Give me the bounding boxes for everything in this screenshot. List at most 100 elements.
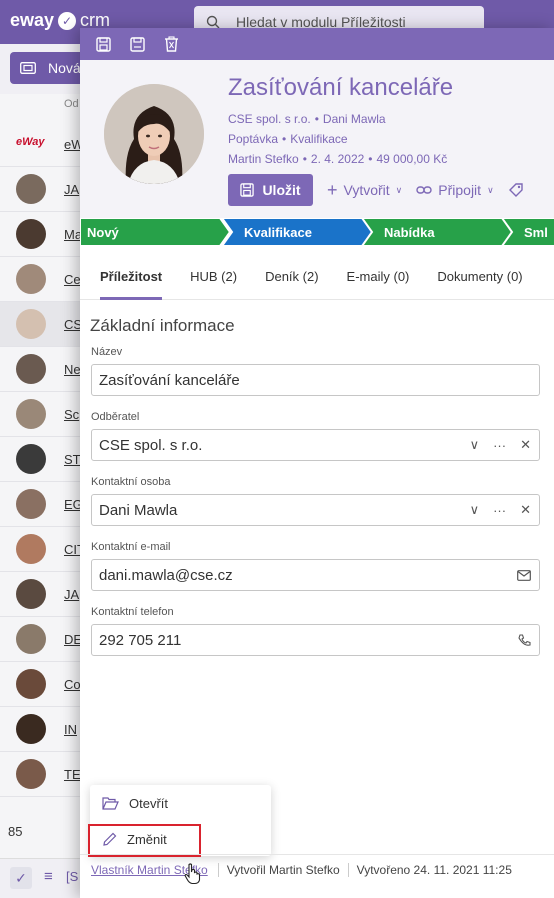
- company-logo: eWay: [16, 136, 45, 148]
- name-field[interactable]: Zasíťování kanceláře: [91, 364, 540, 396]
- customer-field-value: CSE spol. s r.o.: [99, 436, 203, 454]
- customer-field[interactable]: CSE spol. s r.o. ∨ ··· ✕: [91, 429, 540, 461]
- list-row-label[interactable]: JA: [64, 182, 79, 197]
- phone-field[interactable]: 292 705 211: [91, 624, 540, 656]
- avatar: [16, 669, 46, 699]
- list-row[interactable]: JA: [0, 167, 80, 212]
- list-row[interactable]: Sc: [0, 392, 80, 437]
- list-row[interactable]: Ma: [0, 212, 82, 257]
- list-row[interactable]: IN: [0, 707, 80, 752]
- more-icon[interactable]: ···: [493, 503, 506, 518]
- more-icon[interactable]: ···: [493, 438, 506, 453]
- delete-icon[interactable]: [162, 35, 180, 53]
- logo-check-icon: ✓: [58, 11, 77, 30]
- save-icon[interactable]: [94, 35, 112, 53]
- chevron-down-icon[interactable]: ∨: [470, 502, 480, 518]
- record-title: Zasíťování kanceláře: [228, 74, 454, 101]
- list-row[interactable]: DE: [0, 617, 82, 662]
- clear-icon[interactable]: ✕: [520, 502, 531, 518]
- record-tabs: Příležitost HUB (2) Deník (2) E-maily (0) Do…: [80, 254, 554, 300]
- new-record-label: Nová: [48, 60, 81, 76]
- meta-separator: •: [314, 112, 319, 126]
- connect-label: Připojit: [438, 182, 482, 198]
- list-row[interactable]: JA: [0, 572, 80, 617]
- new-record-button[interactable]: Nová: [10, 52, 90, 84]
- list-row[interactable]: Ce: [0, 257, 81, 302]
- select-all-checkbox[interactable]: ✓: [10, 867, 32, 889]
- create-dropdown[interactable]: + Vytvořit ∨: [327, 180, 402, 201]
- meta-price: 49 000,00 Kč: [376, 152, 448, 166]
- list-column-header[interactable]: Od: [64, 98, 79, 110]
- record-tab[interactable]: E-maily (0): [347, 254, 424, 300]
- phone-field-value: 292 705 211: [99, 631, 182, 649]
- record-tab[interactable]: Příležitost: [100, 254, 176, 300]
- list-row-label[interactable]: Ce: [64, 272, 81, 287]
- open-menu-item[interactable]: Otevřít: [90, 787, 271, 819]
- list-row[interactable]: ST: [0, 437, 81, 482]
- list-row-label[interactable]: IN: [64, 722, 77, 737]
- list-row[interactable]: eWay eW: [0, 122, 84, 167]
- avatar: [16, 759, 46, 789]
- connect-dropdown[interactable]: Připojit ∨: [416, 182, 494, 198]
- record-footer: Vlastník Martin Stefko Vytvořil Martin S…: [80, 854, 554, 884]
- list-row[interactable]: Ne: [0, 347, 81, 392]
- logo-text: eway: [10, 10, 55, 30]
- list-row-label[interactable]: ST: [64, 452, 81, 467]
- list-row-label[interactable]: Sc: [64, 407, 79, 422]
- chevron-down-icon: ∨: [395, 184, 403, 195]
- avatar: [16, 309, 46, 339]
- list-row[interactable]: EG: [0, 482, 83, 527]
- clear-icon[interactable]: ✕: [520, 437, 531, 453]
- phone-field-label: Kontaktní telefon: [91, 606, 174, 618]
- avatar: [16, 174, 46, 204]
- record-header: Zasíťování kanceláře CSE spol. s r.o. • Da…: [80, 60, 554, 218]
- stage-label: Nabídka: [384, 225, 435, 240]
- created-by: Vytvořil Martin Stefko: [219, 862, 349, 877]
- meta-company-link[interactable]: CSE spol. s r.o.: [228, 112, 311, 126]
- contact-field[interactable]: Dani Mawla ∨ ··· ✕: [91, 494, 540, 526]
- contact-photo[interactable]: [104, 84, 204, 184]
- record-tab[interactable]: HUB (2): [190, 254, 251, 300]
- save-button[interactable]: Uložit: [228, 174, 313, 206]
- avatar: [16, 624, 46, 654]
- panel-toolbar: [80, 28, 554, 60]
- meta-separator: •: [302, 152, 307, 166]
- chevron-down-icon: ∨: [487, 184, 494, 195]
- list-row-label[interactable]: Ne: [64, 362, 81, 377]
- record-tab[interactable]: Dokumenty (0): [437, 254, 536, 300]
- name-field-value: Zasíťování kanceláře: [99, 371, 240, 389]
- avatar: [16, 444, 46, 474]
- list-row-label[interactable]: Co: [64, 677, 81, 692]
- section-title: Základní informace: [90, 316, 235, 335]
- meta-type-stage: Poptávka • Kvalifikace: [228, 132, 348, 146]
- save-close-icon[interactable]: [128, 35, 146, 53]
- stage-label: Nový: [87, 225, 120, 240]
- list-row[interactable]: CS: [0, 302, 82, 347]
- avatar: [16, 489, 46, 519]
- opportunity-panel: Zasíťování kanceláře CSE spol. s r.o. • Da…: [80, 28, 554, 898]
- hand-cursor-icon: [184, 863, 201, 885]
- avatar: [16, 534, 46, 564]
- change-highlight-box: [88, 824, 201, 857]
- list-row[interactable]: TE: [0, 752, 81, 797]
- meta-contact-link[interactable]: Dani Mawla: [323, 112, 386, 126]
- list-row-label[interactable]: TE: [64, 767, 81, 782]
- meta-separator: •: [282, 132, 287, 146]
- avatar: [16, 714, 46, 744]
- list-row[interactable]: CIT: [0, 527, 85, 572]
- chevron-down-icon[interactable]: ∨: [470, 437, 480, 453]
- record-tab[interactable]: Deník (2): [265, 254, 332, 300]
- mail-icon[interactable]: [517, 569, 531, 581]
- meta-owner[interactable]: Martin Stefko: [228, 152, 299, 166]
- stage-label: Kvalifikace: [244, 225, 312, 240]
- filter-icon[interactable]: ≡: [44, 868, 53, 885]
- phone-icon[interactable]: [518, 633, 531, 647]
- meta-stage[interactable]: Kvalifikace: [290, 132, 347, 146]
- list-row[interactable]: Co: [0, 662, 81, 707]
- list-row-label[interactable]: JA: [64, 587, 79, 602]
- meta-type[interactable]: Poptávka: [228, 132, 278, 146]
- email-field[interactable]: dani.mawla@cse.cz: [91, 559, 540, 591]
- tag-button[interactable]: [508, 182, 524, 198]
- new-record-icon: [20, 62, 36, 74]
- meta-date: 2. 4. 2022: [310, 152, 365, 166]
